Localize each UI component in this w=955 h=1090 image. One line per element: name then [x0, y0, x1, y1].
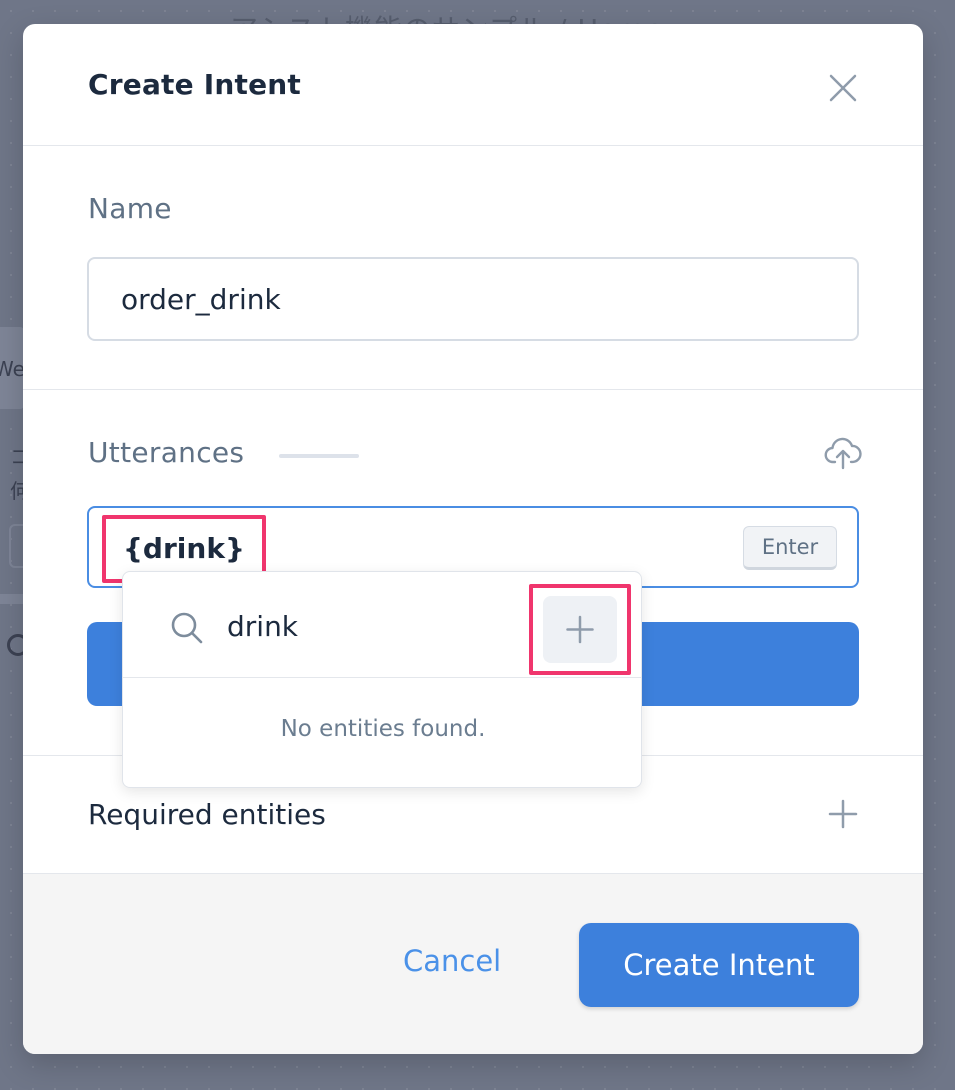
no-entities-message: No entities found.: [280, 716, 486, 742]
create-entity-highlight: [529, 584, 631, 675]
utterances-count-placeholder: [279, 454, 359, 458]
search-icon: [171, 612, 203, 644]
plus-icon: [828, 799, 858, 829]
create-intent-modal: Create Intent Name Utterances {drink} En…: [23, 24, 923, 1054]
enter-button[interactable]: Enter: [743, 526, 837, 570]
name-section: Name: [23, 146, 923, 390]
modal-title: Create Intent: [88, 68, 302, 101]
name-label: Name: [88, 192, 172, 225]
upload-button[interactable]: [823, 434, 863, 474]
background-divider: [0, 594, 24, 604]
background-tab-label: We: [0, 357, 25, 381]
close-icon: [829, 74, 857, 102]
entity-dropdown: No entities found.: [122, 571, 642, 788]
close-button[interactable]: [823, 68, 863, 108]
modal-footer: Cancel Create Intent: [23, 873, 923, 1054]
cancel-button[interactable]: Cancel: [403, 944, 501, 978]
create-entity-button[interactable]: [543, 596, 617, 663]
name-input[interactable]: [87, 257, 859, 341]
utterances-label: Utterances: [88, 436, 245, 469]
plus-icon: [566, 615, 594, 644]
modal-header: Create Intent: [23, 24, 923, 146]
add-required-entity-button[interactable]: [823, 794, 863, 834]
create-intent-button[interactable]: Create Intent: [579, 923, 859, 1007]
entity-search-row: [123, 572, 641, 678]
entity-search-input[interactable]: [227, 604, 507, 648]
required-entities-label: Required entities: [88, 798, 326, 831]
background-tab: We: [0, 327, 25, 409]
cloud-upload-icon: [824, 437, 862, 470]
